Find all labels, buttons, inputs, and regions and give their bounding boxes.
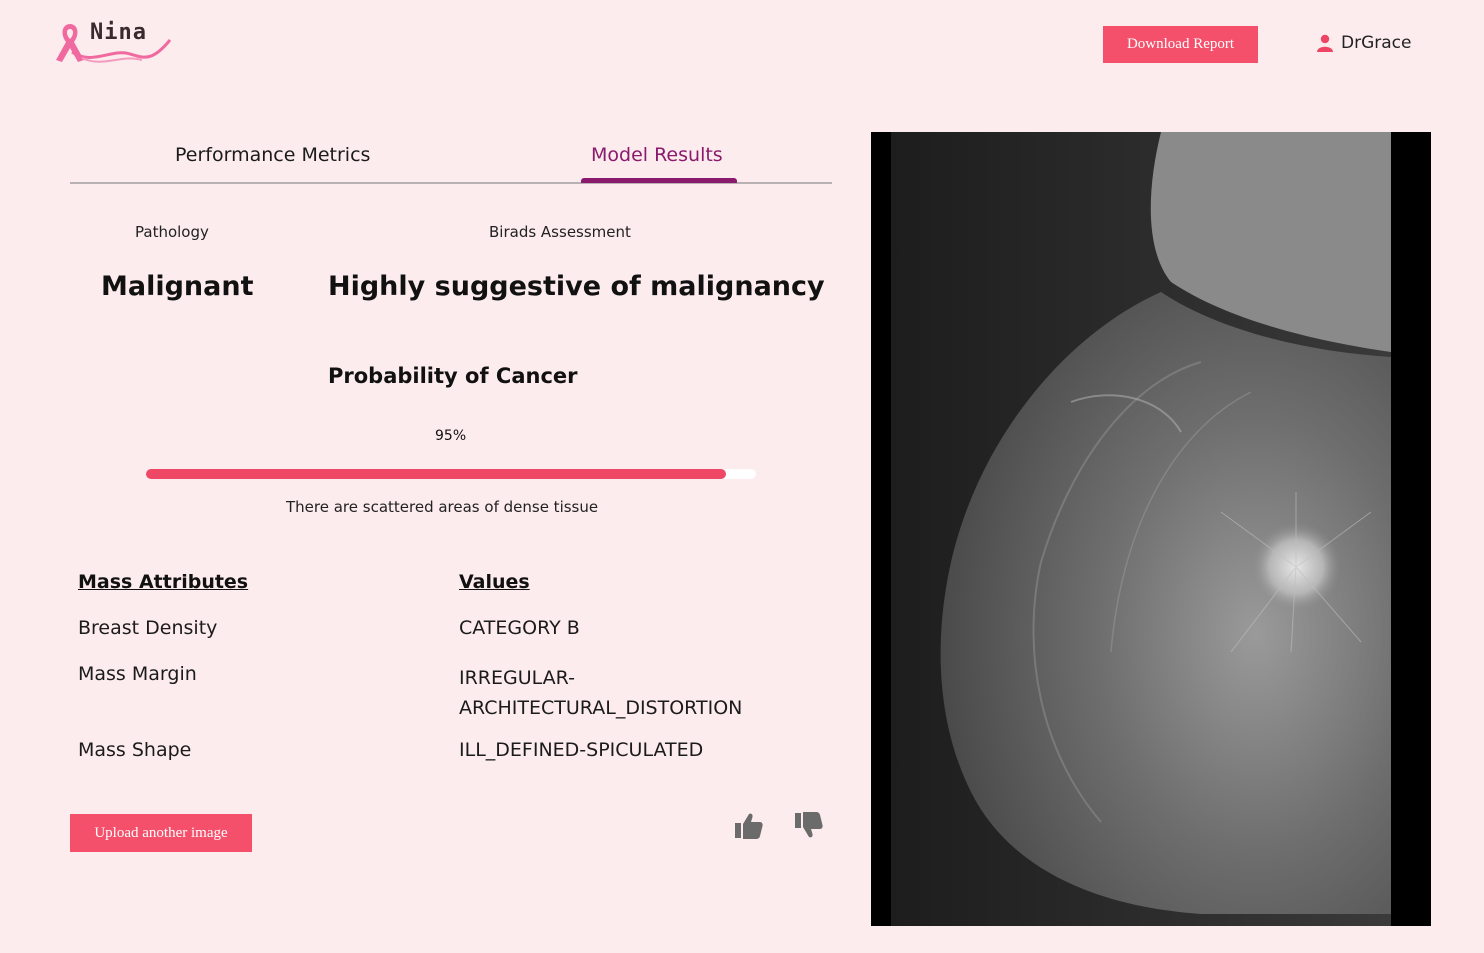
- user-icon: [1317, 34, 1333, 52]
- download-report-button[interactable]: Download Report: [1103, 26, 1258, 63]
- logo-text: Nina: [90, 20, 147, 45]
- tab-model-results[interactable]: Model Results: [591, 144, 723, 166]
- density-note: There are scattered areas of dense tissu…: [286, 498, 599, 516]
- user-name: DrGrace: [1341, 33, 1412, 53]
- tab-performance-metrics[interactable]: Performance Metrics: [175, 144, 370, 166]
- table-row-attr: Breast Density: [78, 617, 218, 639]
- mass-attributes-header: Mass Attributes: [78, 571, 249, 593]
- user-menu[interactable]: DrGrace: [1316, 33, 1411, 53]
- probability-title: Probability of Cancer: [328, 364, 578, 388]
- probability-progress-bar: [146, 469, 756, 479]
- results-tabs: Performance Metrics Model Results: [70, 140, 832, 184]
- birads-label: Birads Assessment: [489, 223, 631, 241]
- probability-value: 95%: [435, 428, 467, 444]
- thumbs-up-icon[interactable]: [733, 810, 765, 846]
- thumbs-down-icon[interactable]: [793, 810, 825, 846]
- values-header: Values: [459, 571, 530, 593]
- table-row-value: IRREGULAR-ARCHITECTURAL_DISTORTION: [459, 667, 743, 719]
- mammogram-image: [871, 132, 1431, 926]
- pathology-value: Malignant: [101, 271, 254, 302]
- birads-value: Highly suggestive of malignancy: [328, 271, 825, 302]
- table-row-attr: Mass Margin: [78, 663, 197, 685]
- app-logo[interactable]: Nina: [52, 18, 177, 68]
- pathology-label: Pathology: [135, 223, 209, 241]
- table-row-value: ILL_DEFINED-SPICULATED: [459, 739, 704, 761]
- probability-progress-fill: [146, 469, 726, 479]
- upload-another-image-button[interactable]: Upload another image: [70, 814, 252, 852]
- active-tab-indicator: [581, 178, 737, 183]
- table-row-value: CATEGORY B: [459, 617, 580, 639]
- table-row-attr: Mass Shape: [78, 739, 192, 761]
